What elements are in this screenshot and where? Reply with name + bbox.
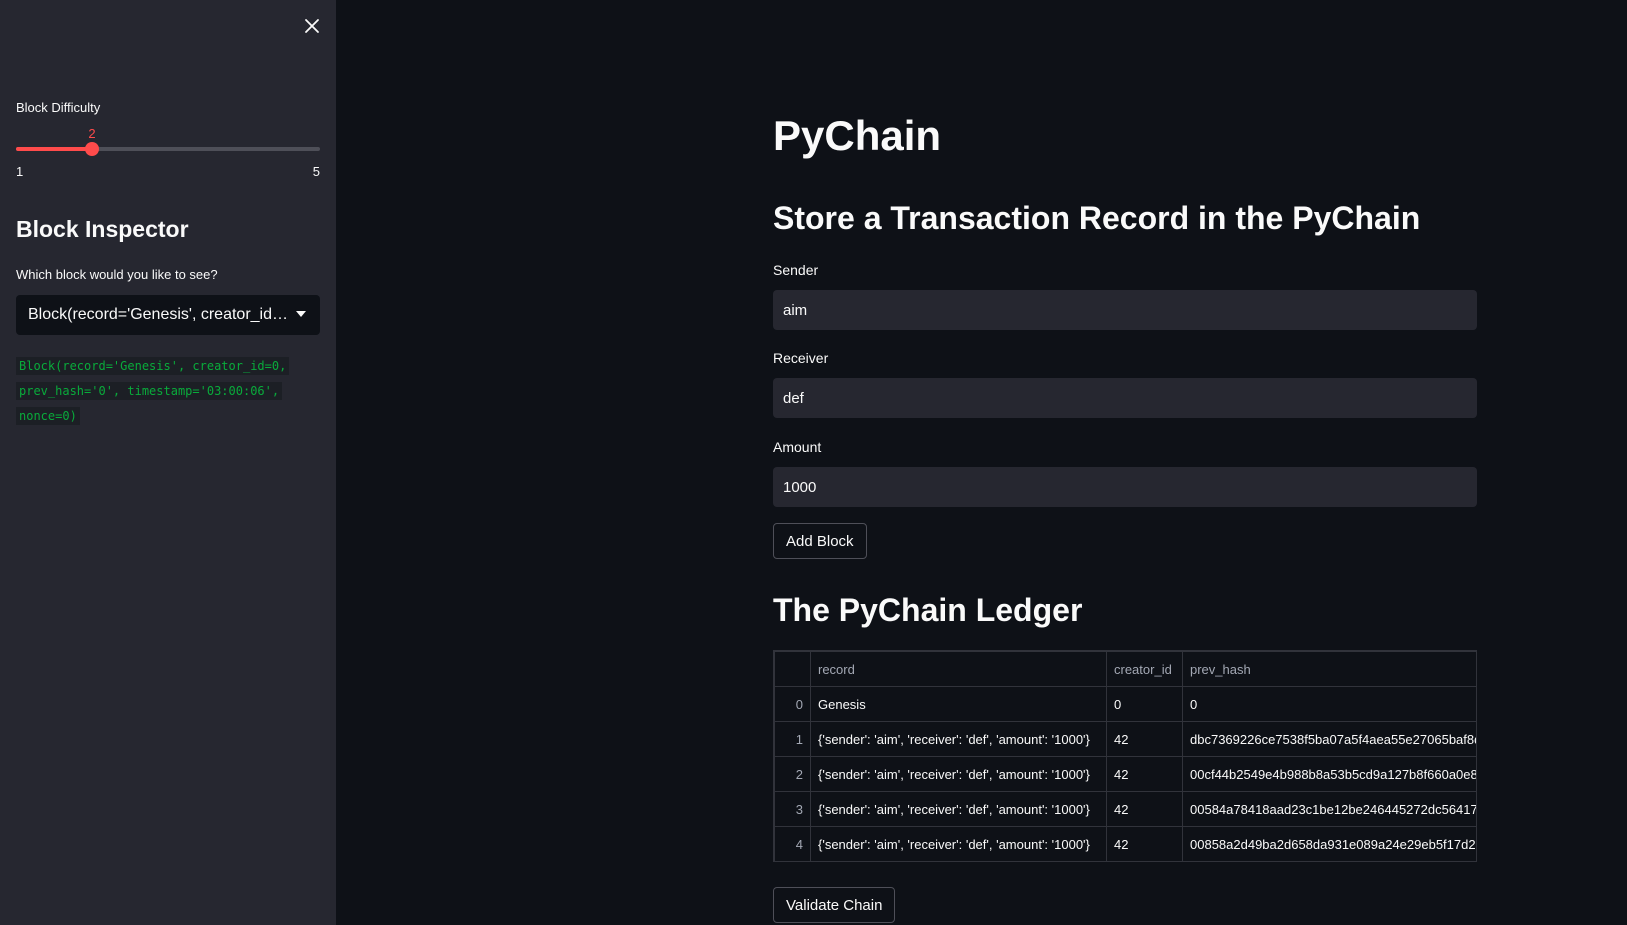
slider-label: Block Difficulty: [16, 100, 101, 115]
amount-input[interactable]: [773, 467, 1477, 507]
sender-input[interactable]: [773, 290, 1477, 330]
sidebar: Block Difficulty 2 1 5 Block Inspector W…: [0, 0, 336, 925]
column-header: [774, 651, 811, 687]
record-cell[interactable]: Genesis: [810, 686, 1107, 722]
slider-min: 1: [16, 164, 24, 179]
prev-hash-cell[interactable]: dbc7369226ce7538f5ba07a5f4aea55e27065baf…: [1182, 721, 1476, 757]
add-block-button[interactable]: Add Block: [773, 523, 867, 559]
prev-hash-cell[interactable]: 00858a2d49ba2d658da931e089a24e29eb5f17d2…: [1182, 826, 1476, 861]
table-row: 0 Genesis 0 0: [774, 686, 1476, 722]
close-sidebar-button[interactable]: [298, 12, 326, 40]
code-line: Block(record='Genesis', creator_id=0,: [16, 357, 290, 375]
column-header-creator-id[interactable]: creator_id: [1106, 651, 1183, 687]
record-cell[interactable]: {'sender': 'aim', 'receiver': 'def', 'am…: [810, 826, 1107, 861]
inspector-question: Which block would you like to see?: [16, 267, 218, 282]
row-index: 0: [774, 686, 811, 722]
column-header-record[interactable]: record: [810, 651, 1107, 687]
table-header-row: record creator_id prev_hash: [774, 651, 1476, 687]
difficulty-slider[interactable]: 2 1 5: [16, 124, 320, 184]
receiver-label: Receiver: [773, 350, 829, 366]
ledger-table[interactable]: record creator_id prev_hash 0 Genesis 0 …: [773, 650, 1477, 862]
validate-chain-button[interactable]: Validate Chain: [773, 887, 896, 923]
block-code: Block(record='Genesis', creator_id=0, pr…: [16, 354, 316, 429]
creator-id-cell[interactable]: 42: [1106, 826, 1183, 861]
receiver-input[interactable]: [773, 378, 1477, 418]
column-header-prev-hash[interactable]: prev_hash: [1182, 651, 1476, 687]
caret-down-icon: [296, 311, 306, 317]
row-index: 4: [774, 826, 811, 861]
amount-label: Amount: [773, 439, 822, 455]
creator-id-cell[interactable]: 0: [1106, 686, 1183, 722]
block-select-value: Block(record='Genesis', creator_id=0, pr…: [28, 306, 288, 323]
record-cell[interactable]: {'sender': 'aim', 'receiver': 'def', 'am…: [810, 721, 1107, 757]
slider-fill: [16, 147, 92, 151]
creator-id-cell[interactable]: 42: [1106, 721, 1183, 757]
page-title: PyChain: [773, 112, 942, 159]
row-index: 1: [774, 721, 811, 757]
app: Block Difficulty 2 1 5 Block Inspector W…: [0, 0, 1627, 925]
sender-label: Sender: [773, 262, 819, 278]
table-row: 3 {'sender': 'aim', 'receiver': 'def', '…: [774, 791, 1476, 827]
slider-max: 5: [312, 164, 320, 179]
creator-id-cell[interactable]: 42: [1106, 756, 1183, 792]
code-line: prev_hash='0', timestamp='03:00:06',: [16, 382, 283, 400]
table-row: 4 {'sender': 'aim', 'receiver': 'def', '…: [774, 826, 1476, 861]
creator-id-cell[interactable]: 42: [1106, 791, 1183, 827]
form-heading: Store a Transaction Record in the PyChai…: [773, 200, 1421, 236]
slider-value: 2: [88, 126, 96, 141]
row-index: 3: [774, 791, 811, 827]
table-row: 2 {'sender': 'aim', 'receiver': 'def', '…: [774, 756, 1476, 792]
inspector-title: Block Inspector: [16, 216, 189, 242]
ledger-heading: The PyChain Ledger: [773, 592, 1083, 628]
code-line: nonce=0): [16, 407, 80, 425]
block-select[interactable]: Block(record='Genesis', creator_id=0, pr…: [16, 295, 320, 335]
prev-hash-cell[interactable]: 00584a78418aad23c1be12be246445272dc56417…: [1182, 791, 1476, 827]
close-icon: [305, 19, 319, 33]
record-cell[interactable]: {'sender': 'aim', 'receiver': 'def', 'am…: [810, 791, 1107, 827]
row-index: 2: [774, 756, 811, 792]
prev-hash-cell[interactable]: 00cf44b2549e4b988b8a53b5cd9a127b8f660a0e…: [1182, 756, 1476, 792]
record-cell[interactable]: {'sender': 'aim', 'receiver': 'def', 'am…: [810, 756, 1107, 792]
prev-hash-cell[interactable]: 0: [1182, 686, 1476, 722]
slider-thumb[interactable]: [85, 142, 99, 156]
table-row: 1 {'sender': 'aim', 'receiver': 'def', '…: [774, 721, 1476, 757]
